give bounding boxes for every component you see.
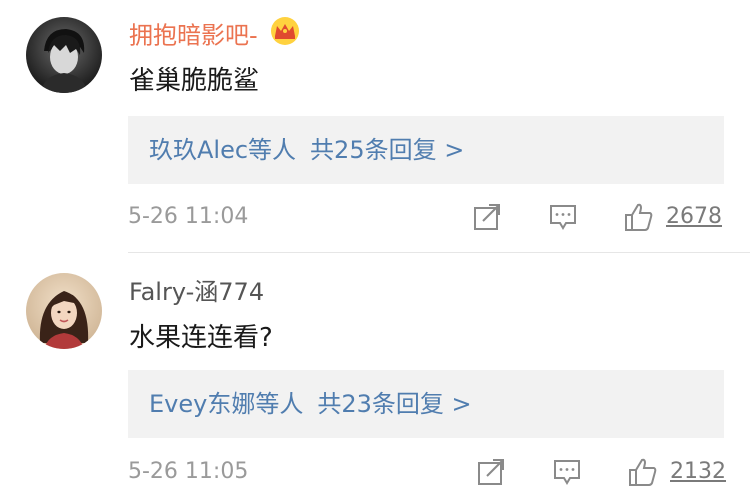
reply-summary[interactable]: 玖玖Alec等人 共25条回复 >	[128, 116, 724, 184]
reply-suffix: 等人	[248, 136, 297, 164]
comment-text: 雀巢脆脆鲨	[129, 66, 260, 96]
crown-icon	[269, 16, 301, 53]
like-icon[interactable]	[628, 457, 658, 487]
comment-item: Falry-涵774 水果连连看? Evey东娜等人 共23条回复 > 5-26 …	[0, 253, 750, 503]
reply-count-link[interactable]: 共23条回复 >	[317, 390, 471, 418]
comment-text: 水果连连看?	[129, 323, 273, 353]
username[interactable]: 拥抱暗影吧-	[129, 17, 301, 53]
username-text[interactable]: 拥抱暗影吧-	[129, 22, 258, 50]
share-icon[interactable]	[476, 457, 506, 487]
timestamp: 5-26 11:04	[128, 204, 249, 229]
reply-count-link[interactable]: 共25条回复 >	[310, 136, 464, 164]
reply-user-link[interactable]: Evey东娜	[149, 390, 255, 418]
reply-user-link[interactable]: 玖玖Alec	[149, 136, 248, 164]
avatar[interactable]	[26, 273, 102, 349]
reply-suffix: 等人	[255, 390, 304, 418]
comment-icon[interactable]	[548, 202, 578, 232]
timestamp: 5-26 11:05	[128, 459, 249, 484]
avatar[interactable]	[26, 17, 102, 93]
username[interactable]: Falry-涵774	[129, 277, 264, 307]
like-icon[interactable]	[624, 202, 654, 232]
share-icon[interactable]	[472, 202, 502, 232]
reply-summary[interactable]: Evey东娜等人 共23条回复 >	[128, 370, 724, 438]
comment-meta: 5-26 11:04 2678	[0, 198, 750, 238]
comment-item: 拥抱暗影吧- 雀巢脆脆鲨 玖玖Alec等人 共25条回复 > 5-26 11:04	[0, 0, 750, 253]
comment-icon[interactable]	[552, 457, 582, 487]
comment-meta: 5-26 11:05 2132	[0, 453, 750, 493]
like-count[interactable]: 2678	[666, 202, 722, 232]
like-count[interactable]: 2132	[670, 457, 726, 487]
